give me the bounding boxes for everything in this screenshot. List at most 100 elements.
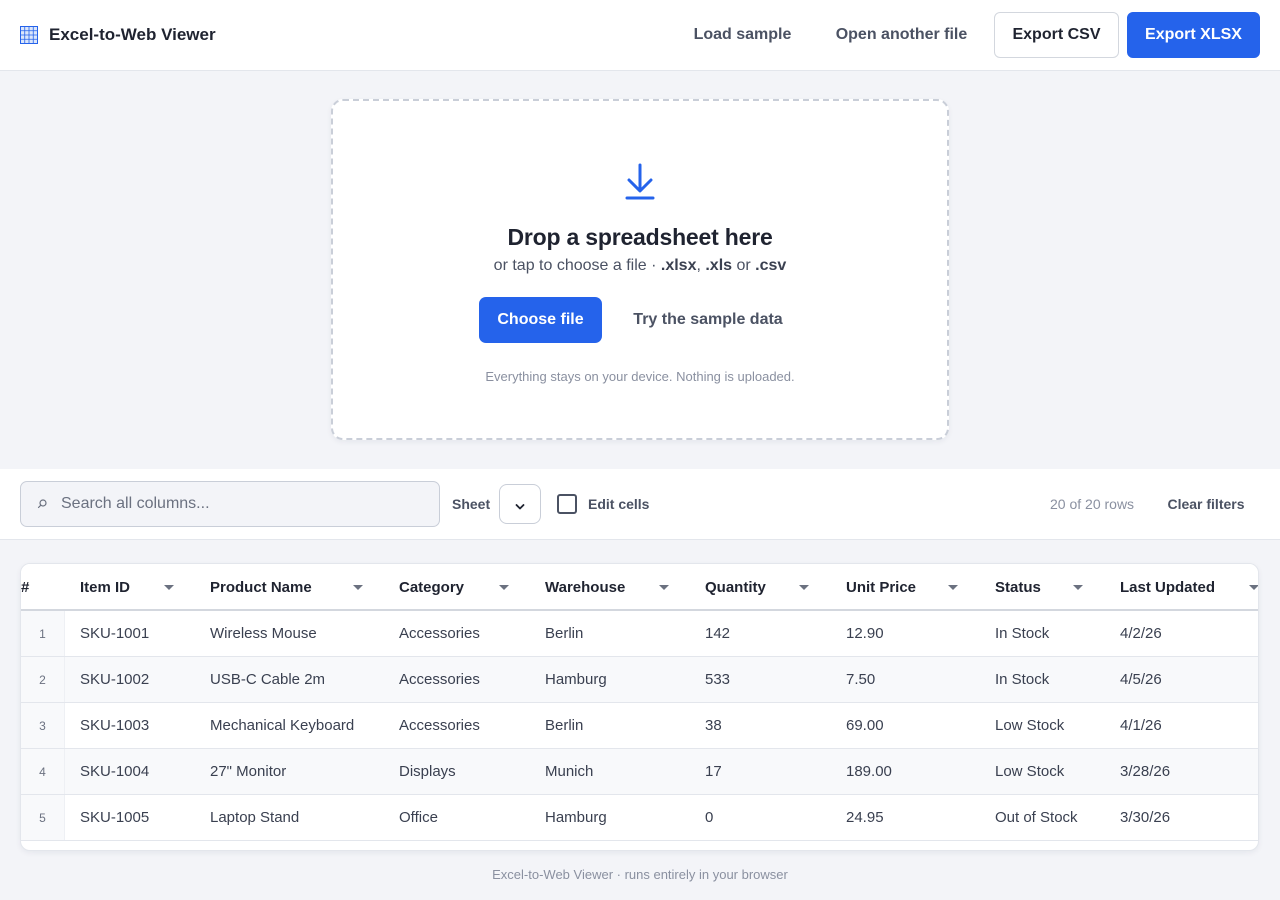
cell-product-name[interactable]: Mechanical Keyboard xyxy=(210,703,354,748)
ext-xls: .xls xyxy=(705,257,733,274)
chevron-down-icon xyxy=(515,499,525,510)
row-count: 20 of 20 rows xyxy=(1050,496,1135,512)
cell-status[interactable]: Out of Stock xyxy=(995,795,1078,840)
cell-quantity[interactable]: 38 xyxy=(705,703,722,748)
column-header-warehouse[interactable]: Warehouse xyxy=(545,564,705,610)
export-xlsx-button[interactable]: Export XLSX xyxy=(1127,12,1260,58)
cell-category[interactable]: Accessories xyxy=(399,611,480,656)
table-row: 4 SKU-1004 27" Monitor Displays Munich 1… xyxy=(21,749,1258,795)
cell-warehouse[interactable]: Hamburg xyxy=(545,795,607,840)
cell-warehouse[interactable]: Berlin xyxy=(545,611,583,656)
cell-warehouse[interactable]: Hamburg xyxy=(545,657,607,702)
cell-category[interactable]: Office xyxy=(399,795,438,840)
cell-unit-price[interactable]: 12.90 xyxy=(846,611,884,656)
column-header-status[interactable]: Status xyxy=(995,564,1120,610)
column-header-label: Status xyxy=(995,578,1041,596)
spreadsheet-grid-icon xyxy=(20,26,38,44)
clear-filters-button[interactable]: Clear filters xyxy=(1158,484,1254,524)
cell-status[interactable]: Low Stock xyxy=(995,749,1064,794)
try-sample-data-button[interactable]: Try the sample data xyxy=(621,297,795,343)
sheet-label: Sheet xyxy=(452,496,491,512)
cell-status[interactable]: Low Stock xyxy=(995,703,1064,748)
cell-unit-price[interactable]: 7.50 xyxy=(846,657,875,702)
dropzone-subtitle: or tap to choose a file · .xlsx, .xls or… xyxy=(333,257,947,275)
column-header-label: Category xyxy=(399,578,465,596)
cell-last-updated[interactable]: 4/1/26 xyxy=(1120,703,1162,748)
choose-file-button[interactable]: Choose file xyxy=(479,297,602,343)
table-row: 3 SKU-1003 Mechanical Keyboard Accessori… xyxy=(21,703,1258,749)
ext-separator-or: or xyxy=(732,257,756,274)
cell-item-id[interactable]: SKU-1005 xyxy=(80,795,149,840)
cell-product-name[interactable]: Laptop Stand xyxy=(210,795,299,840)
cell-item-id[interactable]: SKU-1001 xyxy=(80,611,149,656)
app-header: Excel-to-Web Viewer Load sample Open ano… xyxy=(0,0,1280,71)
cell-last-updated[interactable]: 4/5/26 xyxy=(1120,657,1162,702)
sort-caret-icon[interactable] xyxy=(1249,585,1258,590)
search-icon xyxy=(35,497,49,511)
column-header-item-id[interactable]: Item ID xyxy=(80,564,210,610)
table-row: 1 SKU-1001 Wireless Mouse Accessories Be… xyxy=(21,611,1258,657)
cell-category[interactable]: Accessories xyxy=(399,657,480,702)
column-header-label: Item ID xyxy=(80,578,131,596)
sort-caret-icon[interactable] xyxy=(1073,585,1083,590)
cell-last-updated[interactable]: 3/30/26 xyxy=(1120,795,1170,840)
column-header-product-name[interactable]: Product Name xyxy=(210,564,399,610)
cell-product-name[interactable]: Wireless Mouse xyxy=(210,611,317,656)
cell-quantity[interactable]: 142 xyxy=(705,611,730,656)
cell-item-id[interactable]: SKU-1002 xyxy=(80,657,149,702)
sort-caret-icon[interactable] xyxy=(659,585,669,590)
edit-cells-label[interactable]: Edit cells xyxy=(588,496,649,512)
cell-product-name[interactable]: 27" Monitor xyxy=(210,749,286,794)
search-box[interactable] xyxy=(20,481,440,527)
cell-last-updated[interactable]: 3/28/26 xyxy=(1120,749,1170,794)
dropzone-title: Drop a spreadsheet here xyxy=(507,224,773,250)
open-another-file-button[interactable]: Open another file xyxy=(821,12,982,58)
column-header-unit-price[interactable]: Unit Price xyxy=(846,564,995,610)
table-row: 5 SKU-1005 Laptop Stand Office Hamburg 0… xyxy=(21,795,1258,841)
index-column-header: # xyxy=(21,564,65,610)
brand: Excel-to-Web Viewer xyxy=(20,24,216,46)
sort-caret-icon[interactable] xyxy=(499,585,509,590)
row-index: 2 xyxy=(21,657,65,702)
privacy-note: Everything stays on your device. Nothing… xyxy=(485,369,795,384)
cell-status[interactable]: In Stock xyxy=(995,611,1049,656)
column-header-quantity[interactable]: Quantity xyxy=(705,564,846,610)
column-header-label: Quantity xyxy=(705,578,766,596)
edit-cells-checkbox[interactable] xyxy=(557,494,577,514)
search-input[interactable] xyxy=(61,482,431,526)
export-csv-button[interactable]: Export CSV xyxy=(994,12,1119,58)
dropzone-subtitle-prefix: or tap to choose a file · xyxy=(493,257,661,274)
data-table: # Item ID Product Name Category Warehous… xyxy=(20,563,1259,851)
sort-caret-icon[interactable] xyxy=(164,585,174,590)
cell-unit-price[interactable]: 69.00 xyxy=(846,703,884,748)
cell-product-name[interactable]: USB-C Cable 2m xyxy=(210,657,325,702)
sheet-select[interactable] xyxy=(499,484,541,524)
cell-unit-price[interactable]: 189.00 xyxy=(846,749,892,794)
row-index: 3 xyxy=(21,703,65,748)
column-header-category[interactable]: Category xyxy=(399,564,545,610)
cell-warehouse[interactable]: Munich xyxy=(545,749,593,794)
file-dropzone[interactable]: Drop a spreadsheet here or tap to choose… xyxy=(331,99,949,440)
cell-warehouse[interactable]: Berlin xyxy=(545,703,583,748)
cell-category[interactable]: Displays xyxy=(399,749,456,794)
index-header-label: # xyxy=(21,578,30,596)
cell-item-id[interactable]: SKU-1004 xyxy=(80,749,149,794)
cell-quantity[interactable]: 533 xyxy=(705,657,730,702)
load-sample-button[interactable]: Load sample xyxy=(678,12,807,58)
sort-caret-icon[interactable] xyxy=(353,585,363,590)
sort-caret-icon[interactable] xyxy=(799,585,809,590)
table-body: 1 SKU-1001 Wireless Mouse Accessories Be… xyxy=(21,611,1258,841)
cell-category[interactable]: Accessories xyxy=(399,703,480,748)
table-header-row: # Item ID Product Name Category Warehous… xyxy=(21,564,1258,611)
sort-caret-icon[interactable] xyxy=(948,585,958,590)
column-header-label: Product Name xyxy=(210,578,312,596)
cell-status[interactable]: In Stock xyxy=(995,657,1049,702)
page-footer: Excel-to-Web Viewer · runs entirely in y… xyxy=(492,867,788,882)
cell-item-id[interactable]: SKU-1003 xyxy=(80,703,149,748)
ext-csv: .csv xyxy=(755,257,787,274)
column-header-last-updated[interactable]: Last Updated xyxy=(1120,564,1258,610)
cell-last-updated[interactable]: 4/2/26 xyxy=(1120,611,1162,656)
cell-quantity[interactable]: 0 xyxy=(705,795,713,840)
cell-quantity[interactable]: 17 xyxy=(705,749,722,794)
cell-unit-price[interactable]: 24.95 xyxy=(846,795,884,840)
